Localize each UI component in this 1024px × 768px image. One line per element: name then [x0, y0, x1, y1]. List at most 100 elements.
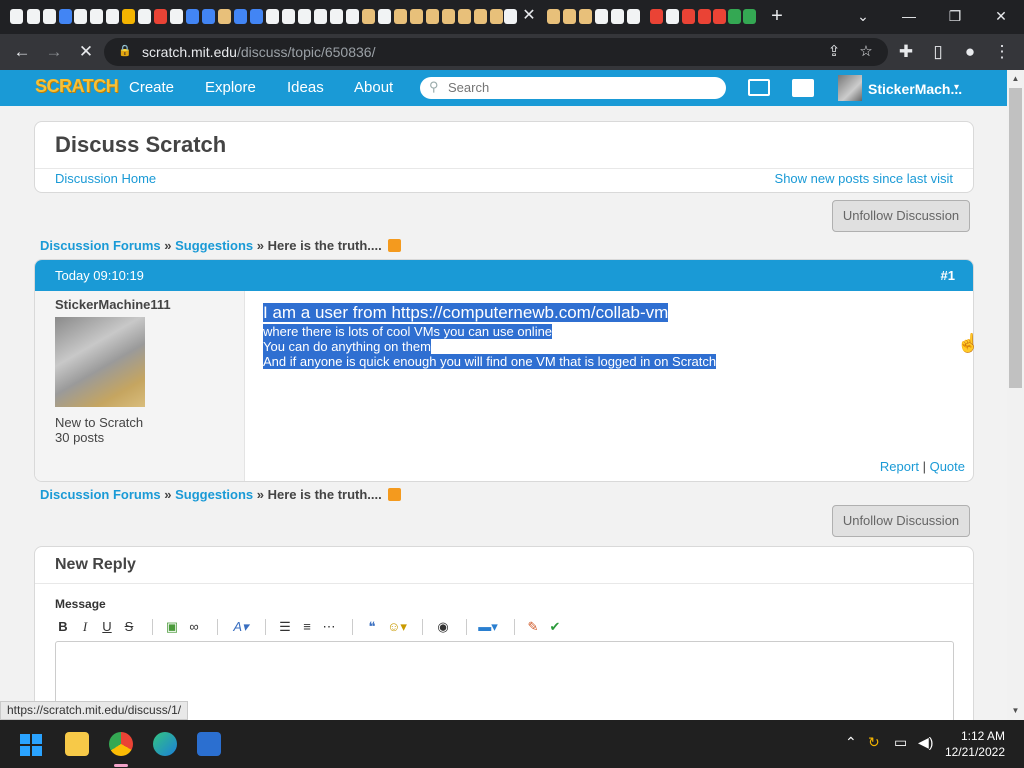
profile-icon[interactable]: ● [960, 42, 980, 62]
browser-tab[interactable] [170, 9, 183, 24]
quote-link[interactable]: Quote [930, 459, 965, 474]
windows-start-icon[interactable] [20, 734, 42, 756]
address-bar[interactable]: 🔒 scratch.mit.edu/discuss/topic/650836/ … [104, 38, 888, 66]
nav-ideas[interactable]: Ideas [287, 79, 324, 96]
numbered-list-icon[interactable]: ≡ [299, 619, 315, 635]
browser-tab[interactable] [650, 9, 663, 24]
scrollbar-thumb[interactable] [1009, 88, 1022, 388]
post-author-link[interactable]: StickerMachine111 [55, 297, 171, 312]
browser-tab[interactable] [122, 9, 135, 24]
browser-tab[interactable] [627, 9, 640, 24]
network-icon[interactable]: ▭ [894, 734, 907, 751]
browser-tab[interactable] [698, 9, 711, 24]
browser-tab[interactable] [563, 9, 576, 24]
breadcrumb-forums-link[interactable]: Discussion Forums [40, 238, 161, 253]
unfollow-discussion-button[interactable]: Unfollow Discussion [832, 505, 970, 537]
browser-tab[interactable] [394, 9, 407, 24]
browser-tab[interactable] [27, 9, 40, 24]
preview-check-icon[interactable]: ✔ [547, 619, 563, 635]
message-textarea[interactable] [55, 641, 954, 720]
browser-tab[interactable] [728, 9, 741, 24]
link-icon[interactable]: ∞ [186, 619, 202, 635]
browser-tab[interactable] [611, 9, 624, 24]
caret-down-icon[interactable]: ▾ [954, 82, 959, 93]
font-color-icon[interactable]: A▾ [230, 619, 252, 635]
browser-tab[interactable] [504, 9, 517, 24]
new-tab-button[interactable]: + [767, 6, 787, 26]
smiley-icon[interactable]: ☺▾ [386, 619, 408, 635]
browser-tab[interactable] [362, 9, 375, 24]
browser-tab[interactable] [266, 9, 279, 24]
breadcrumb-suggestions-link[interactable]: Suggestions [175, 238, 253, 253]
bullet-list-icon[interactable]: ☰ [277, 619, 293, 635]
browser-tab[interactable] [10, 9, 23, 24]
discussion-home-link[interactable]: Discussion Home [55, 171, 156, 186]
italic-button[interactable]: I [77, 619, 93, 635]
browser-tab[interactable] [282, 9, 295, 24]
quote-icon[interactable]: ❝ [364, 619, 380, 635]
back-icon[interactable]: ← [12, 42, 32, 62]
tray-chevron-icon[interactable]: ⌃ [845, 734, 857, 751]
volume-icon[interactable]: ◀) [918, 734, 933, 751]
browser-tab[interactable] [579, 9, 592, 24]
clock-time[interactable]: 1:12 AM [955, 729, 1005, 743]
browser-tab[interactable] [234, 9, 247, 24]
underline-button[interactable]: U [99, 619, 115, 635]
page-scrollbar[interactable]: ▲ ▼ [1007, 70, 1024, 720]
browser-tab[interactable] [458, 9, 471, 24]
minimize-button[interactable]: — [894, 6, 924, 26]
scratch-logo[interactable]: SCRATCH [35, 76, 119, 97]
new-posts-link[interactable]: Show new posts since last visit [775, 171, 953, 186]
nav-create[interactable]: Create [129, 79, 174, 96]
scroll-up-arrow-icon[interactable]: ▲ [1010, 74, 1021, 84]
browser-tab[interactable] [186, 9, 199, 24]
browser-tab[interactable] [218, 9, 231, 24]
bookmark-star-icon[interactable]: ☆ [856, 42, 876, 62]
browser-tab[interactable] [90, 9, 103, 24]
close-window-button[interactable]: ✕ [986, 6, 1016, 26]
browser-tab[interactable] [713, 9, 726, 24]
report-link[interactable]: Report [880, 459, 919, 474]
browser-tab[interactable] [743, 9, 756, 24]
post-number-link[interactable]: #1 [941, 268, 955, 283]
browser-tab[interactable] [378, 9, 391, 24]
browser-tab[interactable] [330, 9, 343, 24]
browser-tab[interactable] [106, 9, 119, 24]
browser-tab[interactable] [250, 9, 263, 24]
forward-icon[interactable]: → [44, 42, 64, 62]
search-input[interactable] [448, 80, 708, 95]
maximize-button[interactable]: ❐ [940, 6, 970, 26]
stop-loading-icon[interactable]: ✕ [76, 42, 96, 62]
browser-tab[interactable] [682, 9, 695, 24]
nav-about[interactable]: About [354, 79, 393, 96]
sidepanel-icon[interactable]: ▯ [928, 42, 948, 62]
tab-search-icon[interactable]: ⌄ [848, 6, 878, 26]
my-stuff-icon[interactable] [792, 79, 814, 97]
nav-explore[interactable]: Explore [205, 79, 256, 96]
username-menu[interactable]: StickerMach... [868, 81, 962, 97]
strikethrough-button[interactable]: S [121, 619, 137, 635]
breadcrumb-forums-link[interactable]: Discussion Forums [40, 487, 161, 502]
bold-button[interactable]: B [55, 619, 71, 635]
breadcrumb-suggestions-link[interactable]: Suggestions [175, 487, 253, 502]
scroll-down-arrow-icon[interactable]: ▼ [1010, 706, 1021, 716]
scratchblocks-icon[interactable]: ▬▾ [477, 619, 499, 635]
close-tab-icon[interactable]: ✕ [519, 6, 539, 26]
browser-tab[interactable] [426, 9, 439, 24]
browser-tab[interactable] [298, 9, 311, 24]
messages-icon[interactable] [748, 79, 770, 96]
clock-date[interactable]: 12/21/2022 [940, 745, 1005, 759]
store-icon[interactable] [197, 732, 221, 756]
browser-tab[interactable] [59, 9, 72, 24]
file-explorer-icon[interactable] [65, 732, 89, 756]
share-icon[interactable]: ⇪ [824, 42, 844, 62]
url-text[interactable]: scratch.mit.edu/discuss/topic/650836/ [142, 44, 375, 60]
user-avatar[interactable] [838, 75, 862, 101]
browser-tab[interactable] [74, 9, 87, 24]
update-icon[interactable]: ↻ [868, 734, 880, 751]
clean-icon[interactable]: ✎ [525, 619, 541, 635]
browser-tab[interactable] [202, 9, 215, 24]
image-icon[interactable]: ▣ [164, 619, 180, 635]
browser-tab[interactable] [154, 9, 167, 24]
browser-tab[interactable] [410, 9, 423, 24]
